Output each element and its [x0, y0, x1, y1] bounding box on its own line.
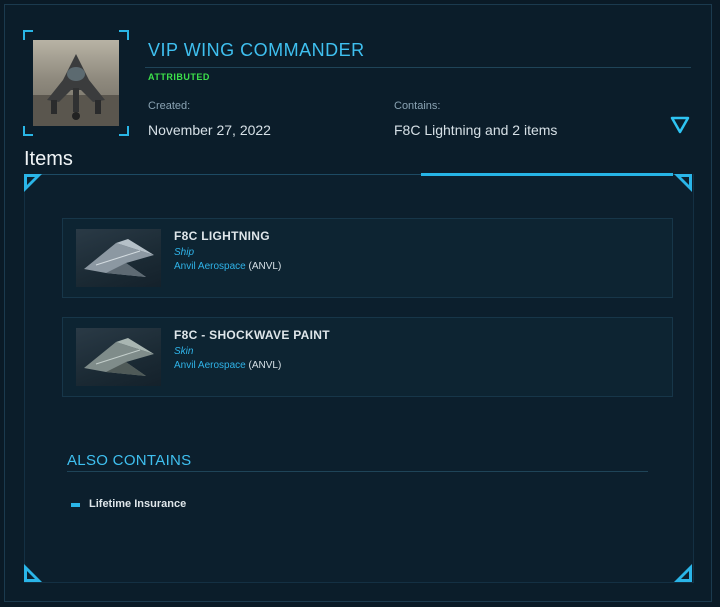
contains-label: Contains:: [394, 100, 441, 112]
item-card[interactable]: F8C - SHOCKWAVE PAINT Skin Anvil Aerospa…: [62, 317, 673, 397]
also-contains-divider: [67, 471, 648, 472]
panel-top-highlight: [421, 173, 673, 176]
item-kind: Ship: [174, 247, 195, 258]
corner-top-right-icon: [672, 174, 692, 194]
also-contains-heading: ALSO CONTAINS: [67, 452, 192, 469]
manufacturer-name: Anvil Aerospace: [174, 261, 246, 272]
triangle-down-icon[interactable]: [669, 114, 691, 136]
bullet-icon: [71, 503, 80, 507]
corner-top-left-icon: [24, 174, 44, 194]
item-kind: Skin: [174, 346, 194, 357]
title-divider: [145, 67, 691, 68]
item-name: F8C LIGHTNING: [174, 229, 270, 243]
created-label: Created:: [148, 100, 191, 112]
manufacturer-code: (ANVL): [248, 261, 282, 272]
item-manufacturer: Anvil Aerospace (ANVL): [174, 261, 281, 272]
pledge-title: VIP WING COMMANDER: [148, 40, 365, 60]
item-image: [76, 328, 161, 386]
corner-bottom-left-icon: [24, 562, 44, 582]
item-card[interactable]: F8C LIGHTNING Ship Anvil Aerospace (ANVL…: [62, 218, 673, 298]
contains-value: F8C Lightning and 2 items: [394, 122, 558, 138]
pledge-thumbnail-frame: [23, 30, 129, 136]
manufacturer-name: Anvil Aerospace: [174, 360, 246, 371]
pledge-thumbnail-image: [33, 40, 119, 126]
created-value: November 27, 2022: [148, 122, 271, 138]
item-manufacturer: Anvil Aerospace (ANVL): [174, 360, 281, 371]
manufacturer-code: (ANVL): [248, 360, 282, 371]
also-contains-item: Lifetime Insurance: [89, 498, 187, 510]
status-badge: ATTRIBUTED: [148, 72, 210, 82]
corner-bottom-right-icon: [672, 562, 692, 582]
item-image: [76, 229, 161, 287]
items-heading: Items: [24, 148, 73, 170]
item-name: F8C - SHOCKWAVE PAINT: [174, 328, 330, 342]
